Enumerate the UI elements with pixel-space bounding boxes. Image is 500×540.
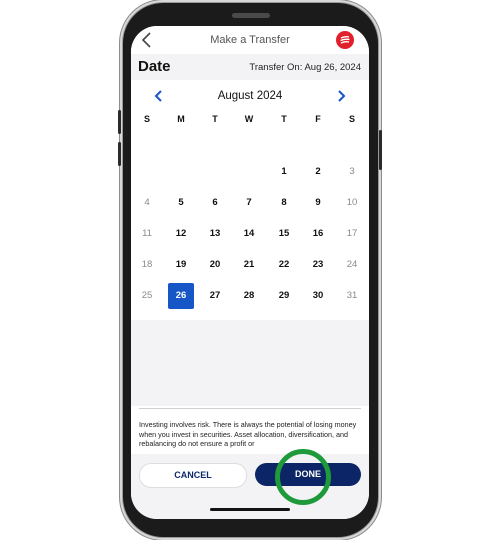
- calendar-day-disabled: 11: [142, 228, 152, 239]
- next-month-icon[interactable]: [333, 88, 349, 104]
- weekday-header: M: [177, 114, 185, 124]
- transfer-date-summary: Transfer On: Aug 26, 2024: [249, 62, 361, 73]
- calendar-day-disabled: 25: [141, 290, 153, 301]
- power-button: [379, 130, 382, 170]
- highlight-ring: [275, 449, 331, 505]
- weekday-header: F: [315, 114, 321, 124]
- calendar-day-disabled: 10: [346, 197, 358, 208]
- calendar-day-disabled: 3: [349, 166, 355, 177]
- calendar-day[interactable]: 8: [271, 190, 297, 216]
- volume-up-button: [118, 110, 121, 134]
- calendar-day[interactable]: 12: [168, 221, 194, 247]
- calendar-day[interactable]: 15: [271, 221, 297, 247]
- weekday-header: T: [212, 114, 218, 124]
- app-header: Make a Transfer: [131, 26, 369, 54]
- date-section-header: Date Transfer On: Aug 26, 2024: [131, 54, 369, 80]
- disclaimer-panel: Investing involves risk. There is always…: [131, 406, 369, 456]
- calendar-day-selected[interactable]: 26: [168, 283, 194, 309]
- calendar-day[interactable]: 14: [236, 221, 262, 247]
- calendar-day[interactable]: 1: [271, 159, 297, 185]
- calendar-day[interactable]: 20: [202, 252, 228, 278]
- brand-logo-icon: [336, 31, 354, 49]
- app-screen: Make a Transfer Date Transfer On: Aug 26…: [131, 26, 369, 519]
- calendar-day-disabled: 4: [144, 197, 150, 208]
- calendar-day[interactable]: 19: [168, 252, 194, 278]
- calendar-day[interactable]: 28: [236, 283, 262, 309]
- calendar-day[interactable]: 9: [305, 190, 331, 216]
- weekday-header: S: [143, 114, 150, 124]
- calendar: August 2024 S M T W T F S 1 2 3 4 5 6 7 …: [131, 80, 369, 320]
- phone-speaker: [232, 13, 270, 18]
- page-title: Make a Transfer: [210, 34, 290, 46]
- calendar-day[interactable]: 13: [202, 221, 228, 247]
- weekday-header: T: [281, 114, 287, 124]
- weekday-header: W: [244, 114, 254, 124]
- section-title: Date: [138, 58, 171, 75]
- calendar-day[interactable]: 27: [202, 283, 228, 309]
- home-indicator: [210, 508, 290, 511]
- month-navigation: August 2024: [131, 88, 369, 104]
- calendar-day[interactable]: 30: [305, 283, 331, 309]
- calendar-day-disabled: 31: [346, 290, 358, 301]
- calendar-day-disabled: 17: [346, 228, 358, 239]
- divider: [139, 408, 361, 409]
- calendar-day[interactable]: 29: [271, 283, 297, 309]
- volume-down-button: [118, 142, 121, 166]
- calendar-day[interactable]: 7: [236, 190, 262, 216]
- cancel-button[interactable]: CANCEL: [139, 463, 247, 488]
- empty-area: [131, 320, 369, 420]
- calendar-day-disabled: 18: [141, 259, 153, 270]
- calendar-day[interactable]: 16: [305, 221, 331, 247]
- calendar-day[interactable]: 22: [271, 252, 297, 278]
- calendar-day[interactable]: 21: [236, 252, 262, 278]
- calendar-day[interactable]: 5: [168, 190, 194, 216]
- disclaimer-text: Investing involves risk. There is always…: [139, 420, 357, 448]
- calendar-day[interactable]: 6: [202, 190, 228, 216]
- calendar-day[interactable]: 23: [305, 252, 331, 278]
- calendar-day-disabled: 24: [346, 259, 358, 270]
- weekday-header: S: [348, 114, 355, 124]
- calendar-day[interactable]: 2: [305, 159, 331, 185]
